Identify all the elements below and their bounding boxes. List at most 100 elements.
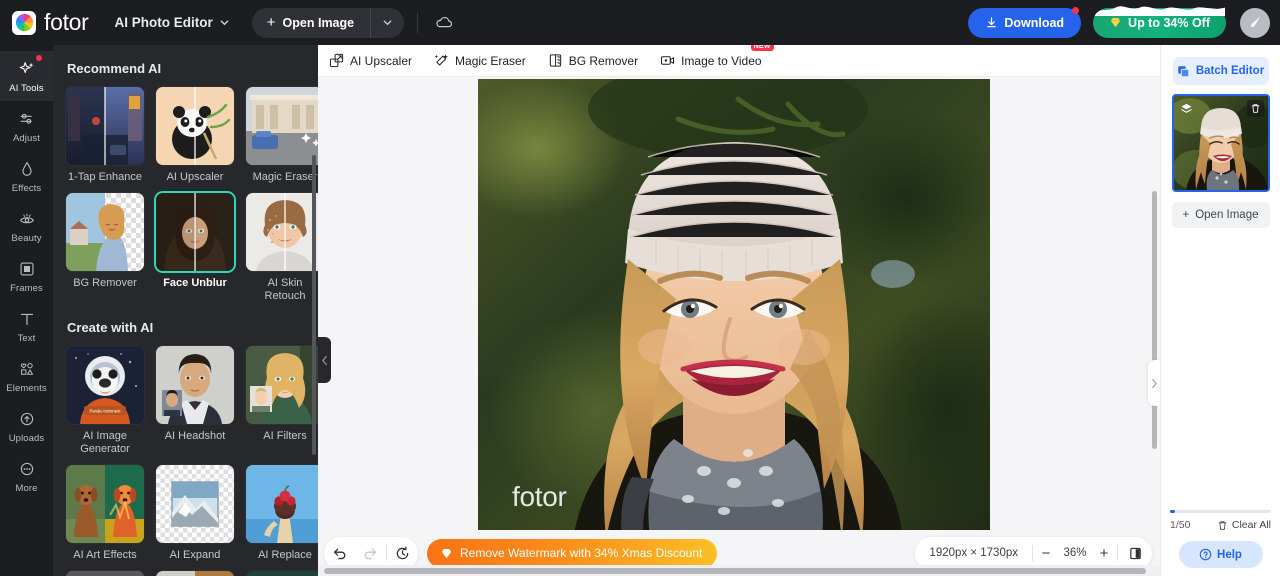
left-rail: AI Tools Adjust Effects Beauty Frames Te… [0,45,53,576]
remove-watermark-button[interactable]: Remove Watermark with 34% Xmas Discount [427,538,718,568]
toolbar-label: BG Remover [568,53,639,68]
canvas-column: AI Upscaler Magic Eraser BG Remover Imag… [318,42,1160,576]
tool-card-label: AI Image Generator [80,430,130,455]
tool-card-1-tap-enhance[interactable]: 1-Tap Enhance [66,87,144,184]
redo-button[interactable] [355,538,386,569]
bottom-toolbar: Remove Watermark with 34% Xmas Discount … [318,530,1160,576]
sidebar-item-frames[interactable]: Frames [0,251,53,301]
chevron-down-icon [220,20,229,26]
toolbar-image-to-video[interactable]: Image to Video NEW [660,42,774,68]
download-icon [987,17,997,28]
ai-tools-panel-content: Recommend AI 1-Tap Enhance AI Upscaler M… [53,45,318,576]
open-image-group: + Open Image [251,7,405,38]
tool-thumbnail [156,571,234,576]
compare-split-icon [1129,547,1141,559]
sidebar-item-label: AI Tools [9,83,44,94]
tool-card-ai-art-effects[interactable]: AI Art Effects [66,465,144,562]
tool-card-face-unblur[interactable]: Face Unblur [156,193,234,303]
toolbar-ai-upscaler[interactable]: AI Upscaler [329,53,412,68]
tool-card-ai-headshot[interactable]: AI Headshot [156,346,234,456]
tool-card-row3-2[interactable] [156,571,234,576]
tool-card-label: AI Upscaler [166,171,224,183]
batch-editor-button[interactable]: Batch Editor [1172,57,1269,85]
right-open-image-button[interactable]: + Open Image [1171,202,1270,228]
canvas-area[interactable]: fotor [318,77,1160,530]
effects-icon [21,161,32,176]
tool-thumbnail [246,87,318,165]
sidebar-item-effects[interactable]: Effects [0,151,53,201]
sidebar-item-elements[interactable]: Elements [0,351,53,401]
zoom-out-button[interactable]: − [1033,545,1059,562]
clear-all-button[interactable]: Clear All [1217,519,1271,531]
batch-progress-bar [1170,510,1271,513]
tool-card-ai-replace[interactable]: AI Replace [246,465,318,562]
sidebar-item-label: More [15,483,38,494]
compare-button[interactable] [1118,546,1152,561]
app-mode-dropdown[interactable]: AI Photo Editor [115,15,230,30]
shapes-icon [20,362,33,375]
fotor-app-window: fotor AI Photo Editor + Open Image Downl… [0,0,1280,576]
open-image-button[interactable]: + Open Image [252,8,370,38]
undo-arrow-icon [333,548,346,559]
sidebar-item-label: Text [17,333,36,344]
tool-card-row3-1[interactable] [66,571,144,576]
recommend-ai-grid: 1-Tap Enhance AI Upscaler Magic Eraser B… [66,87,318,303]
upload-cloud-icon [20,412,33,426]
image-thumbnail-card[interactable] [1171,94,1270,192]
tool-card-bg-remover[interactable]: BG Remover [66,193,144,303]
tool-card-ai-skin-retouch[interactable]: AI Skin Retouch [246,193,318,303]
sidebar-item-more[interactable]: More [0,451,53,501]
panel-scrollbar[interactable] [312,155,316,455]
tool-card-ai-upscaler[interactable]: AI Upscaler [156,87,234,184]
snow-cap-decoration [1095,5,1226,16]
layers-icon[interactable] [1178,100,1195,117]
delete-image-button[interactable] [1246,100,1264,117]
cloud-icon[interactable] [431,10,457,36]
tool-card-ai-expand[interactable]: AI Expand [156,465,234,562]
sidebar-item-adjust[interactable]: Adjust [0,101,53,151]
zoom-level: 36% [1063,547,1087,559]
canvas-horizontal-scrollbar-track [318,565,1160,576]
question-circle-icon [1199,548,1212,561]
tool-card-row3-3[interactable]: BLANK [246,571,318,576]
reset-button[interactable] [387,538,418,569]
tool-card-ai-filters[interactable]: AI Filters [246,346,318,456]
batch-count-row: 1/50 Clear All [1170,519,1271,531]
help-button[interactable]: Help [1178,541,1263,568]
tool-card-magic-eraser[interactable]: Magic Eraser [246,87,318,184]
brand-logo[interactable]: fotor [12,9,89,36]
canvas-horizontal-scrollbar[interactable] [324,568,1146,574]
tool-card-ai-image-generator[interactable]: Panda Astronaut AI Image Generator [66,346,144,456]
sidebar-item-ai-tools[interactable]: AI Tools [0,51,53,101]
toolbar-bg-remover[interactable]: BG Remover [548,53,638,68]
sidebar-item-text[interactable]: Text [0,301,53,351]
tool-card-label: 1-Tap Enhance [68,171,142,183]
tool-card-label: AI Art Effects [73,549,137,561]
sidebar-item-beauty[interactable]: Beauty [0,201,53,251]
toolbar-label: Image to Video [681,53,762,68]
frame-square-icon [20,262,33,276]
create-with-ai-grid: Panda Astronaut AI Image Generator AI He… [66,346,318,576]
ai-tools-panel: Recommend AI 1-Tap Enhance AI Upscaler M… [53,45,318,576]
panel-collapse-handle[interactable] [318,337,331,383]
user-avatar[interactable] [1240,7,1270,38]
download-button[interactable]: Download [968,6,1082,38]
svg-text:Panda Astronaut: Panda Astronaut [90,409,122,414]
promo-discount-button[interactable]: Up to 34% Off [1093,5,1226,38]
tool-card-label: BG Remover [73,277,137,289]
canvas-vertical-scrollbar[interactable] [1152,191,1157,449]
photo-watermark: fotor [512,481,567,512]
open-image-dropdown-toggle[interactable] [370,7,404,38]
sidebar-item-label: Elements [6,383,47,394]
toolbar-magic-eraser[interactable]: Magic Eraser [434,53,526,68]
brand-name: fotor [44,9,89,35]
tool-thumbnail [66,571,144,576]
app-header: fotor AI Photo Editor + Open Image Downl… [0,0,1280,45]
right-panel-collapse-handle[interactable] [1148,360,1160,406]
undo-button[interactable] [324,538,355,569]
sidebar-item-uploads[interactable]: Uploads [0,401,53,451]
zoom-in-button[interactable]: + [1091,545,1117,562]
main-photo[interactable]: fotor [478,79,990,530]
help-label: Help [1217,548,1242,561]
tool-thumbnail: Panda Astronaut [66,346,144,424]
